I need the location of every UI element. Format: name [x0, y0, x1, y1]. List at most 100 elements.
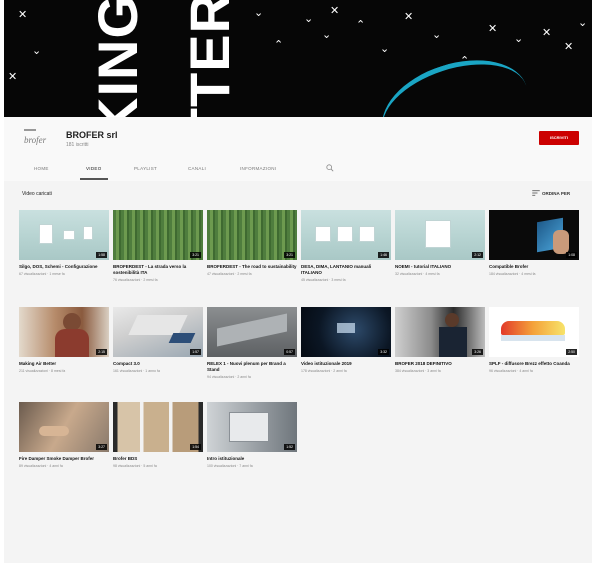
bird-icon: ✕ [404, 11, 414, 23]
video-card[interactable]: 0:57 RELEX 1 - Nuovi plenum per Brand a … [207, 307, 297, 379]
video-card[interactable]: 1:52 Intro istituzionale 100 visualizzaz… [207, 402, 297, 468]
video-meta: 32 visualizzazioni · 4 mesi fa [395, 272, 440, 276]
video-title[interactable]: Compact 3.0 [113, 361, 203, 367]
video-meta: 45 visualizzazioni · 3 mesi fa [301, 278, 346, 282]
video-meta: 184 visualizzazioni · 4 mesi fa [489, 272, 536, 276]
bird-icon: ✕ [542, 27, 552, 39]
youtube-channel-page: KING TTER ✕ ⌄ ✕ ⌄ ⌃ ⌄ ✕ ⌄ ⌃ ⌄ ✕ ⌄ ⌃ ✕ ⌄ … [4, 0, 592, 563]
video-thumbnail[interactable]: 2:50 [489, 307, 579, 357]
tab-canali[interactable]: CANALI [188, 162, 206, 180]
search-icon[interactable] [326, 164, 334, 172]
bird-icon: ⌄ [254, 7, 264, 19]
video-card[interactable]: 3:21 BROFERDEST - La strada verso la sos… [113, 210, 203, 282]
video-meta: 76 visualizzazioni · 2 mesi fa [113, 278, 158, 282]
video-thumbnail[interactable]: 3:27 [19, 402, 109, 452]
tab-home[interactable]: HOME [34, 162, 49, 180]
video-thumbnail[interactable]: 1:52 [207, 402, 297, 452]
video-title[interactable]: BROFERDEST - La strada verso la sostenib… [113, 264, 203, 276]
video-duration: 3:32 [378, 349, 389, 355]
sort-button[interactable]: ORDINA PER [542, 191, 570, 196]
banner-accent-arc [369, 43, 541, 117]
video-thumbnail[interactable]: 3:21 [113, 210, 203, 260]
tab-playlist[interactable]: PLAYLIST [134, 162, 157, 180]
channel-name: BROFER srl [66, 130, 118, 140]
video-title[interactable]: Making Air Better [19, 361, 109, 367]
video-meta: 98 visualizzazioni · 5 anni fa [113, 464, 157, 468]
video-thumbnail[interactable]: 1:54 [113, 402, 203, 452]
video-card[interactable]: 1:46 DESA, DIMA, LANTANIO manuali ITALIA… [301, 210, 391, 282]
tab-informazioni[interactable]: INFORMAZIONI [240, 162, 276, 180]
bird-icon: ⌄ [432, 29, 442, 41]
video-duration: 1:46 [378, 252, 389, 258]
video-duration: 3:21 [284, 252, 295, 258]
video-card[interactable]: 3:27 Fire Damper Smoke Damper Brofer 89 … [19, 402, 109, 468]
video-meta: 96 visualizzazioni · 4 anni fa [489, 369, 533, 373]
subscribe-button[interactable]: ISCRIVITI [539, 131, 579, 145]
bird-icon: ⌄ [322, 29, 332, 41]
video-thumbnail[interactable]: 3:26 [395, 307, 485, 357]
video-meta: 211 visualizzazioni · 8 mesi fa [19, 369, 66, 373]
video-meta: 161 visualizzazioni · 1 anno fa [113, 369, 160, 373]
video-meta: 100 visualizzazioni · 7 anni fa [207, 464, 253, 468]
channel-avatar[interactable]: brofer [22, 129, 60, 151]
video-duration: 1:54 [190, 444, 201, 450]
bird-icon: ✕ [8, 71, 18, 83]
video-card[interactable]: 1:54 Brofer BDS 98 visualizzazioni · 5 a… [113, 402, 203, 468]
video-thumbnail[interactable]: 1:57 [113, 307, 203, 357]
video-thumbnail[interactable]: 2:12 [395, 210, 485, 260]
video-card[interactable]: 1:58 Silgo, DOS, Schemi - Configurazione… [19, 210, 109, 276]
bird-icon: ✕ [330, 5, 340, 17]
video-title[interactable]: BROFER 2018 DEFINITIVO [395, 361, 485, 367]
video-meta: 384 visualizzazioni · 3 anni fa [395, 369, 441, 373]
video-card[interactable]: 1:08 Compatible Brofer 184 visualizzazio… [489, 210, 579, 276]
video-meta: 94 visualizzazioni · 2 anni fa [207, 375, 251, 379]
subscriber-count: 181 iscritti [66, 142, 89, 148]
tab-video[interactable]: VIDEO [80, 162, 108, 180]
video-duration: 3:27 [96, 444, 107, 450]
video-card[interactable]: 1:57 Compact 3.0 161 visualizzazioni · 1… [113, 307, 203, 373]
logo-text: brofer [24, 135, 47, 145]
section-title: Video caricati [22, 191, 52, 197]
video-thumbnail[interactable]: 2:15 [19, 307, 109, 357]
video-title[interactable]: DESA, DIMA, LANTANIO manuali ITALIANO [301, 264, 391, 276]
video-duration: 1:58 [96, 252, 107, 258]
video-title[interactable]: BROFERDEST - The road to sustainability [207, 264, 297, 270]
video-card[interactable]: 2:50 SPLF - diffusore Brezz effetto Coan… [489, 307, 579, 373]
bird-icon: ✕ [564, 41, 574, 53]
video-title[interactable]: Video istituzionale 2019 [301, 361, 391, 367]
video-card[interactable]: 2:15 Making Air Better 211 visualizzazio… [19, 307, 109, 373]
video-duration: 1:08 [566, 252, 577, 258]
banner-text-left: KING [86, 0, 149, 117]
video-title[interactable]: Intro istituzionale [207, 456, 297, 462]
video-title[interactable]: SPLF - diffusore Brezz effetto Coanda [489, 361, 579, 367]
bird-icon: ⌄ [380, 43, 390, 55]
video-thumbnail[interactable]: 3:32 [301, 307, 391, 357]
video-title[interactable]: RELEX 1 - Nuovi plenum per Brand a Stand [207, 361, 297, 373]
video-card[interactable]: 3:26 BROFER 2018 DEFINITIVO 384 visualiz… [395, 307, 485, 373]
video-meta: 178 visualizzazioni · 2 anni fa [301, 369, 347, 373]
bird-icon: ⌃ [274, 39, 284, 51]
video-duration: 0:57 [284, 349, 295, 355]
video-card[interactable]: 3:32 Video istituzionale 2019 178 visual… [301, 307, 391, 373]
video-thumbnail[interactable]: 1:58 [19, 210, 109, 260]
video-duration: 3:21 [190, 252, 201, 258]
video-thumbnail[interactable]: 1:46 [301, 210, 391, 260]
video-thumbnail[interactable]: 0:57 [207, 307, 297, 357]
video-thumbnail[interactable]: 1:08 [489, 210, 579, 260]
bird-icon: ⌄ [578, 17, 588, 29]
video-title[interactable]: Silgo, DOS, Schemi - Configurazione [19, 264, 109, 270]
bird-icon: ⌃ [460, 55, 470, 67]
video-duration: 1:52 [284, 444, 295, 450]
video-title[interactable]: Fire Damper Smoke Damper Brofer [19, 456, 109, 462]
video-title[interactable]: NOEMI - tutorial ITALIANO [395, 264, 485, 270]
video-card[interactable]: 2:12 NOEMI - tutorial ITALIANO 32 visual… [395, 210, 485, 276]
channel-header: brofer BROFER srl 181 iscritti ISCRIVITI… [4, 117, 592, 181]
bird-icon: ⌄ [304, 13, 314, 25]
video-title[interactable]: Brofer BDS [113, 456, 203, 462]
video-title[interactable]: Compatible Brofer [489, 264, 579, 270]
video-duration: 2:15 [96, 349, 107, 355]
sort-icon[interactable] [532, 190, 540, 196]
video-card[interactable]: 3:21 BROFERDEST - The road to sustainabi… [207, 210, 297, 276]
video-duration: 2:12 [472, 252, 483, 258]
video-thumbnail[interactable]: 3:21 [207, 210, 297, 260]
